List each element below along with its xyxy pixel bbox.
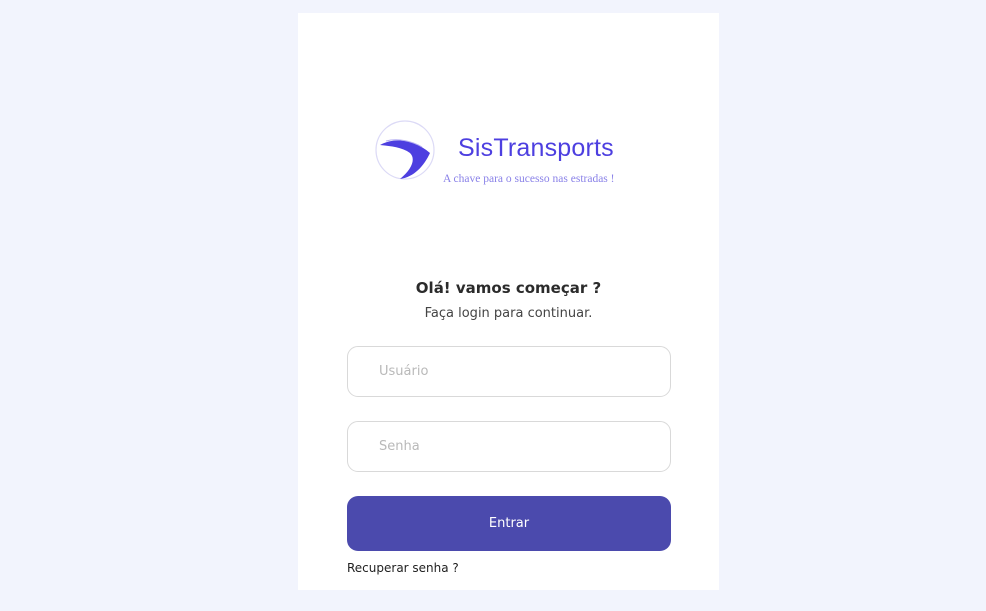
greeting-title: Olá! vamos começar ?	[415, 279, 602, 297]
login-button[interactable]: Entrar	[347, 496, 671, 551]
brand-logo: SisTransports A chave para o sucesso nas…	[374, 119, 644, 189]
username-input[interactable]	[347, 346, 671, 397]
password-input[interactable]	[347, 421, 671, 472]
recover-password-link[interactable]: Recuperar senha ?	[347, 561, 459, 575]
brand-tagline: A chave para o sucesso nas estradas !	[443, 173, 615, 185]
login-subtitle: Faça login para continuar.	[424, 306, 593, 321]
brand-name: SisTransports	[458, 134, 614, 162]
login-card: SisTransports A chave para o sucesso nas…	[298, 13, 719, 590]
login-page: SisTransports A chave para o sucesso nas…	[0, 0, 986, 611]
road-logo-icon	[375, 120, 435, 180]
